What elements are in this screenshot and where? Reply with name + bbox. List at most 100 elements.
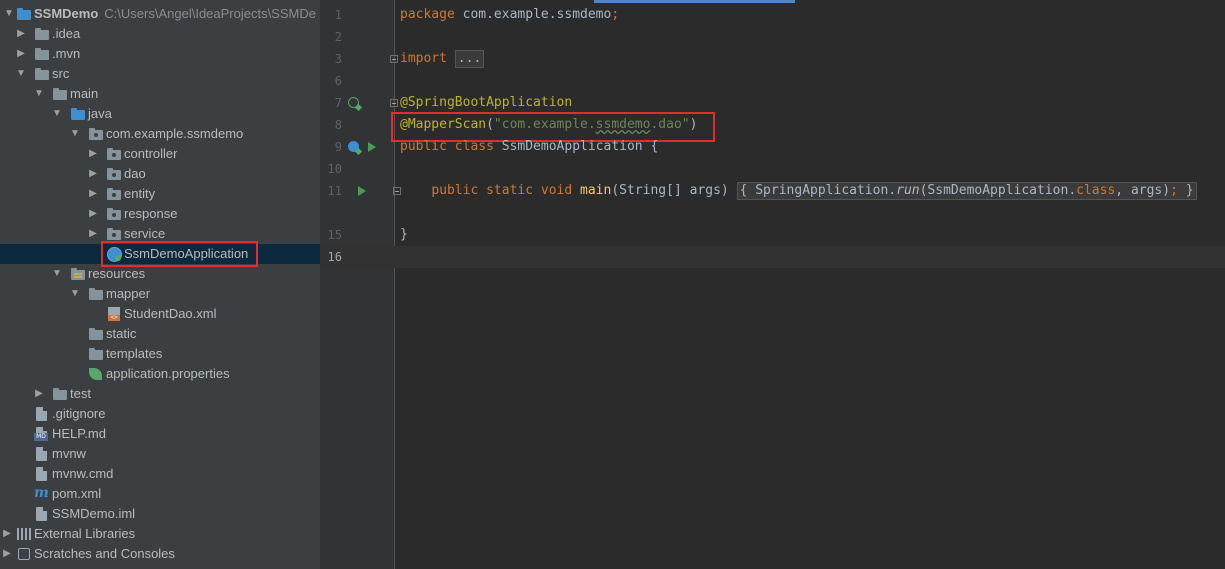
tree-item-static[interactable]: static [0,324,320,344]
source-folder-icon [70,106,86,122]
chevron-right-icon[interactable]: ▶ [0,527,14,541]
active-tab-indicator [594,0,795,3]
chevron-right-icon[interactable]: ▶ [86,227,100,241]
chevron-down-icon[interactable]: ▼ [2,7,16,21]
tree-item-src[interactable]: ▼ src [0,64,320,84]
folder-icon [88,346,104,362]
package-icon [106,186,122,202]
tree-item-label: External Libraries [34,526,136,541]
fold-icon[interactable] [390,99,398,107]
tree-item-mvn[interactable]: ▶ .mvn [0,44,320,64]
semicolon: ; [611,7,620,22]
line-number: 8 [334,118,342,132]
code-line-9[interactable]: public class SsmDemoApplication { [400,136,658,158]
semicolon: ; [1170,183,1178,198]
chevron-right-icon[interactable]: ▶ [0,547,14,561]
tree-item-test[interactable]: ▶ test [0,384,320,404]
line-number: 11 [327,184,342,198]
tree-item-studentdao-xml[interactable]: StudentDao.xml [0,304,320,324]
tree-item-java[interactable]: ▼ java [0,104,320,124]
project-path: C:\Users\Angel\IdeaProjects\SSMDe [104,6,316,21]
tree-root-ssmdemo[interactable]: ▼ SSMDemo C:\Users\Angel\IdeaProjects\SSM… [0,4,320,24]
tree-item-main[interactable]: ▼ main [0,84,320,104]
tree-item-label: static [106,326,137,341]
fold-icon[interactable] [390,55,398,63]
brace: } [1177,183,1194,198]
call-text: , args) [1115,183,1171,198]
chevron-down-icon[interactable]: ▼ [32,87,46,101]
code-line-11[interactable]: public static void main(String[] args) {… [400,180,1197,202]
spring-boot-icon[interactable] [348,141,359,152]
chevron-right-icon[interactable]: ▶ [86,207,100,221]
tree-item-label: application.properties [106,366,230,381]
chevron-right-icon[interactable]: ▶ [86,187,100,201]
tree-item-package[interactable]: ▼ com.example.ssmdemo [0,124,320,144]
spring-bean-icon[interactable] [348,97,359,108]
folded-body[interactable]: { SpringApplication.run(SsmDemoApplicati… [736,182,1197,200]
tree-item-templates[interactable]: templates [0,344,320,364]
folder-icon [34,46,50,62]
chevron-right-icon[interactable]: ▶ [14,47,28,61]
folded-imports[interactable]: ... [454,50,485,68]
chevron-down-icon[interactable]: ▼ [68,127,82,141]
tree-item-label: service [124,226,166,241]
tree-item-label: response [124,206,178,221]
tree-item-idea[interactable]: ▶ .idea [0,24,320,44]
chevron-down-icon[interactable]: ▼ [14,67,28,81]
tree-item-help-md[interactable]: MD HELP.md [0,424,320,444]
tree-item-pom-xml[interactable]: m pom.xml [0,484,320,504]
code-line-3[interactable]: import ... [400,48,485,70]
xml-file-icon [106,306,122,322]
maven-icon: m [34,485,49,501]
code-line-15[interactable]: } [400,224,408,246]
annotation: @SpringBootApplication [400,95,573,110]
run-icon[interactable] [358,186,366,196]
chevron-right-icon[interactable]: ▶ [86,147,100,161]
chevron-right-icon[interactable]: ▶ [86,167,100,181]
tree-item-controller[interactable]: ▶ controller [0,144,320,164]
libraries-icon [16,526,32,542]
tree-item-label: StudentDao.xml [124,306,217,321]
spring-properties-icon [88,366,104,382]
tree-item-label: java [88,106,112,121]
tree-item-entity[interactable]: ▶ entity [0,184,320,204]
code-line-7[interactable]: @SpringBootApplication [400,92,572,114]
line-number: 2 [334,30,342,44]
line-number: 16 [327,250,342,264]
project-name: SSMDemo [34,6,99,21]
tree-item-label: com.example.ssmdemo [106,126,244,141]
tree-item-ssmdemo-iml[interactable]: SSMDemo.iml [0,504,320,524]
chevron-down-icon[interactable]: ▼ [50,107,64,121]
folder-icon [52,86,68,102]
tree-item-resources[interactable]: ▼ resources [0,264,320,284]
line-number: 3 [334,52,342,66]
line-number: 15 [327,228,342,242]
tree-item-label: src [52,66,70,81]
tree-item-response[interactable]: ▶ response [0,204,320,224]
chevron-right-icon[interactable]: ▶ [14,27,28,41]
tree-item-external-libraries[interactable]: ▶ External Libraries [0,524,320,544]
line-number: 7 [334,96,342,110]
static-call: run [896,183,920,198]
tree-item-gitignore[interactable]: .gitignore [0,404,320,424]
tree-item-mapper[interactable]: ▼ mapper [0,284,320,304]
folder-icon [88,286,104,302]
tree-item-scratches[interactable]: ▶ Scratches and Consoles [0,544,320,564]
tree-item-mvnw-cmd[interactable]: mvnw.cmd [0,464,320,484]
tree-item-application-properties[interactable]: application.properties [0,364,320,384]
tree-item-mvnw[interactable]: mvnw [0,444,320,464]
markdown-file-icon: MD [34,426,50,442]
tree-item-label: HELP.md [52,426,106,441]
tree-item-dao[interactable]: ▶ dao [0,164,320,184]
chevron-right-icon[interactable]: ▶ [32,387,46,401]
package-name: com.example.ssmdemo [454,7,612,22]
tree-item-label: pom.xml [52,486,102,501]
chevron-down-icon[interactable]: ▼ [68,287,82,301]
keyword: class [1076,183,1116,198]
chevron-down-icon[interactable]: ▼ [50,267,64,281]
folder-icon [34,66,50,82]
line-number: 9 [334,140,342,154]
run-icon[interactable] [368,142,376,152]
code-line-1[interactable]: package com.example.ssmdemo; [400,4,619,26]
package-icon [88,126,104,142]
